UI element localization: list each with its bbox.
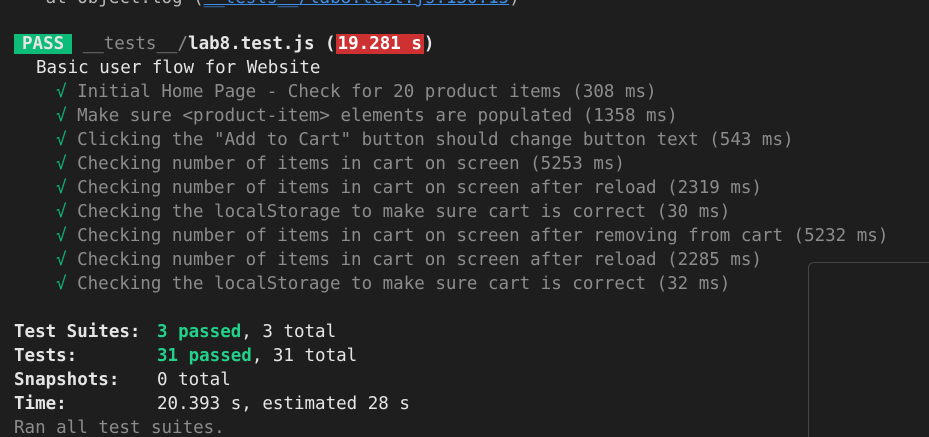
test-name: Clicking the "Add to Cart" button should… [77,130,794,150]
test-result-row: √ Checking the localStorage to make sure… [56,272,730,296]
test-name: Checking the localStorage to make sure c… [77,202,731,222]
time-label: Time: [14,394,67,414]
test-name: Checking number of items in cart on scre… [77,226,889,246]
test-name: Initial Home Page - Check for 20 product… [77,82,657,102]
snapshots-label: Snapshots: [14,370,120,390]
test-name: Checking number of items in cart on scre… [77,178,762,198]
pass-line: PASS __tests__/lab8.test.js (19.281 s) [14,32,434,56]
stack-prefix: at Object.log ( [14,0,204,8]
test-name: Checking number of items in cart on scre… [77,154,625,174]
open-paren: ( [325,34,336,54]
check-icon: √ [56,202,67,222]
check-icon: √ [56,82,67,102]
pass-badge: PASS [14,34,73,54]
ran-all-suites-footer: Ran all test suites. [14,418,225,437]
test-result-row: √ Initial Home Page - Check for 20 produ… [56,80,657,104]
truncated-stack-line: at Object.log (__tests__/lab8.test.js:13… [14,0,520,10]
summary-time: Time: 20.393 s, estimated 28 s [14,392,410,416]
test-file[interactable]: lab8.test.js [188,34,314,54]
summary-tests: Tests: 31 passed, 31 total [14,344,357,368]
check-icon: √ [56,226,67,246]
test-result-row: √ Checking number of items in cart on sc… [56,224,888,248]
check-icon: √ [56,106,67,126]
check-icon: √ [56,154,67,174]
terminal-panel[interactable]: at Object.log (__tests__/lab8.test.js:13… [0,0,929,437]
stack-file-link[interactable]: __tests__/lab8.test.js:130:15 [204,0,510,8]
summary-suites: Test Suites: 3 passed, 3 total [14,320,336,344]
suites-total: , 3 total [241,322,337,342]
suites-label: Test Suites: [14,322,141,342]
tests-passed: 31 passed [157,346,252,366]
overlay-widget[interactable] [808,262,929,437]
time-value: 20.393 s, estimated 28 s [157,394,410,414]
tests-total: , 31 total [251,346,358,366]
close-paren: ) [423,34,435,54]
check-icon: √ [56,274,67,294]
test-dir: __tests__/ [82,34,189,54]
test-result-row: √ Clicking the "Add to Cart" button shou… [56,128,794,152]
test-result-row: √ Make sure <product-item> elements are … [56,104,678,128]
test-name: Checking the localStorage to make sure c… [77,274,731,294]
describe-block-title: Basic user flow for Website [36,58,321,78]
check-icon: √ [56,130,67,150]
suites-passed: 3 passed [157,322,242,342]
test-name: Make sure <product-item> elements are po… [77,106,678,126]
test-result-row: √ Checking number of items in cart on sc… [56,176,762,200]
slow-duration-badge: 19.281 s [335,34,424,54]
tests-label: Tests: [14,346,78,366]
test-result-row: √ Checking number of items in cart on sc… [56,152,625,176]
snapshots-value: 0 total [157,370,231,390]
check-icon: √ [56,250,67,270]
test-result-row: √ Checking number of items in cart on sc… [56,248,762,272]
stack-suffix: ) [509,0,520,8]
summary-snapshots: Snapshots: 0 total [14,368,231,392]
test-result-row: √ Checking the localStorage to make sure… [56,200,730,224]
check-icon: √ [56,178,67,198]
test-name: Checking number of items in cart on scre… [77,250,762,270]
